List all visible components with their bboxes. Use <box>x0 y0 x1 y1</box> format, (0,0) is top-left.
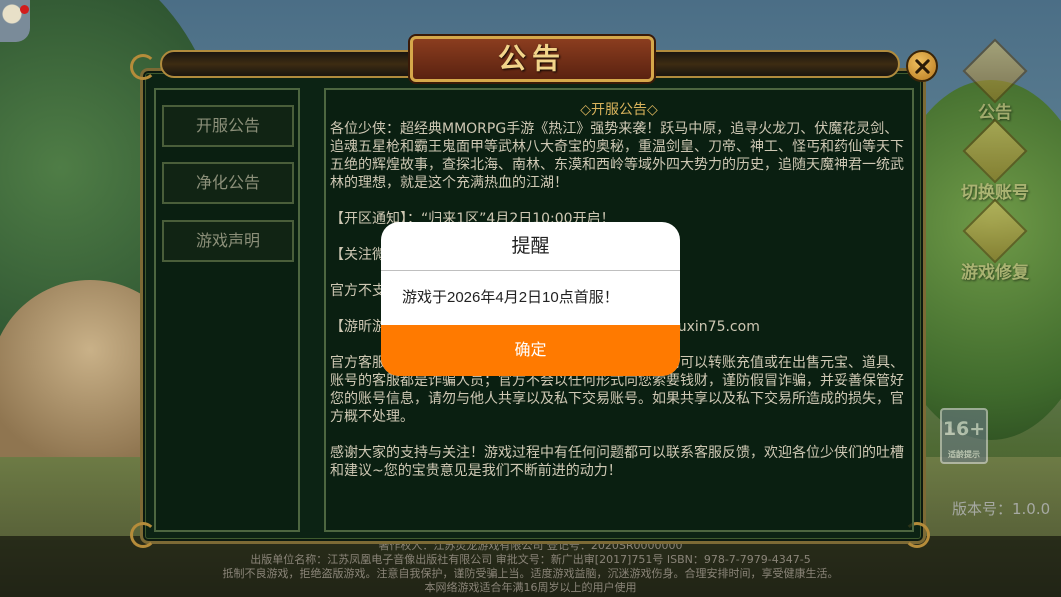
age-rating-sub: 适龄提示 <box>948 450 980 459</box>
announcement-paragraph: 各位少侠：超经典MMORPG手游《热江》强势来袭！跃马中原，追寻火龙刀、伏魔花灵… <box>330 121 904 191</box>
dialog-message: 游戏于2026年4月2日10点首服！ <box>402 289 619 306</box>
tab-server-notice[interactable]: 开服公告 <box>162 105 294 147</box>
tab-column: 开服公告 净化公告 游戏声明 <box>154 88 300 532</box>
version-label: 版本号：1.0.0 <box>952 500 1051 518</box>
close-icon[interactable] <box>906 50 938 82</box>
reminder-dialog: 提醒 游戏于2026年4月2日10点首服！ 确定 <box>381 222 680 376</box>
footer-line: 出版单位名称：江苏凤凰电子音像出版社有限公司 审批文号：新广出审[2017]75… <box>250 553 811 566</box>
side-repair-label: 游戏修复 <box>961 263 1029 283</box>
speaker-icon <box>962 38 1028 104</box>
ornament-bottom-left <box>130 522 156 548</box>
dialog-title: 提醒 <box>381 222 680 271</box>
confirm-button[interactable]: 确定 <box>381 325 680 376</box>
repair-icon <box>962 198 1028 264</box>
side-switch-account-button[interactable]: 切换账号 <box>955 118 1035 203</box>
age-rating-badge[interactable]: 16+ 适龄提示 <box>940 408 988 464</box>
side-notice-button[interactable]: 公告 <box>955 38 1035 123</box>
tab-purify-notice[interactable]: 净化公告 <box>162 162 294 204</box>
ornament-top-left <box>130 54 156 80</box>
panel-title: 公告 <box>410 36 654 82</box>
age-rating: 16+ <box>942 418 986 440</box>
notification-dot <box>20 5 29 14</box>
content-title: ◇开服公告◇ <box>580 102 658 118</box>
tab-game-statement[interactable]: 游戏声明 <box>162 220 294 262</box>
side-repair-button[interactable]: 游戏修复 <box>955 198 1035 283</box>
announcement-paragraph: 感谢大家的支持与关注！游戏过程中有任何问题都可以联系客服反馈，欢迎各位少侠们的吐… <box>330 445 904 479</box>
footer-legal: 著作权人：江苏灵龙游戏有限公司 登记号：2020SR0000000 出版单位名称… <box>0 536 1061 597</box>
switch-account-icon <box>962 118 1028 184</box>
footer-line: 本网络游戏适合年满16周岁以上的用户使用 <box>424 581 637 594</box>
footer-line: 抵制不良游戏，拒绝盗版游戏。注意自我保护，谨防受骗上当。适度游戏益脑，沉迷游戏伤… <box>222 567 839 580</box>
